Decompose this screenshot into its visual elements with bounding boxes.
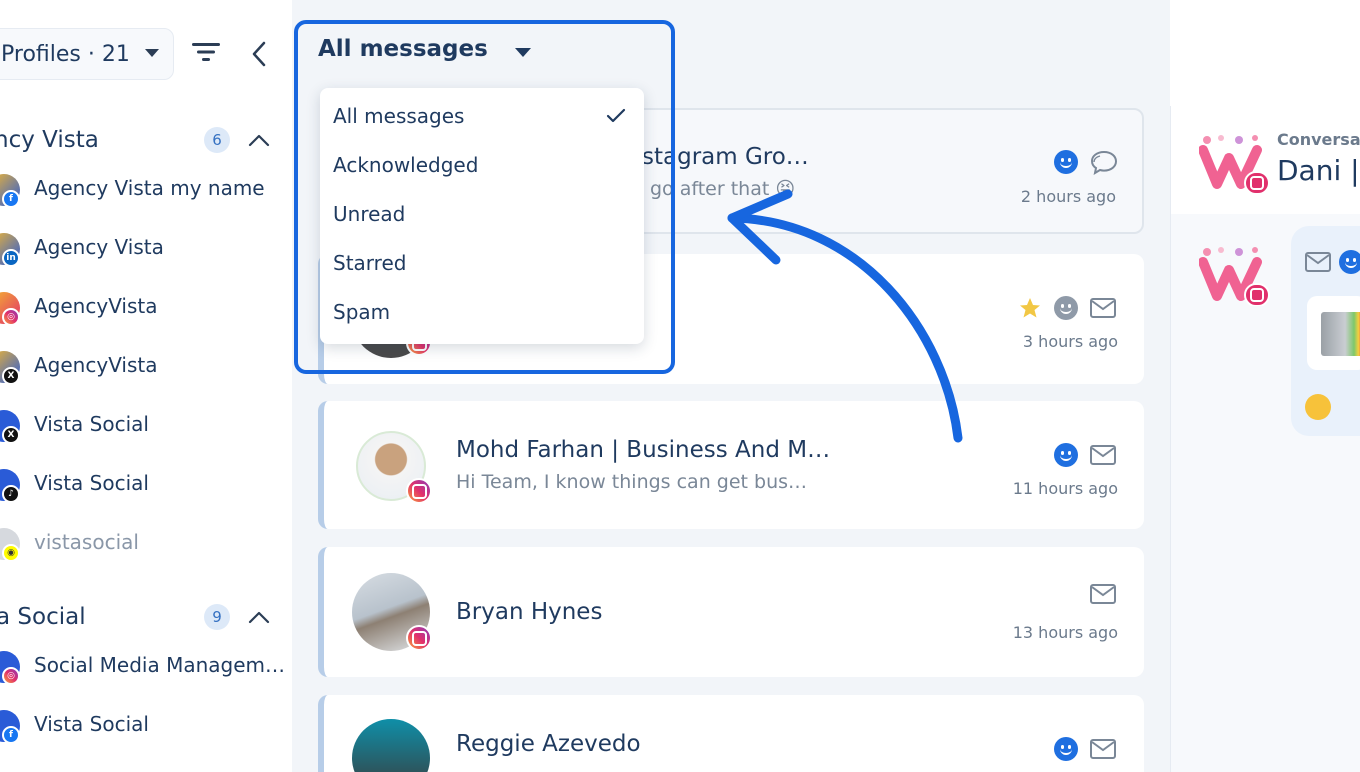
mail-icon[interactable] <box>1090 445 1116 465</box>
sender-avatar <box>352 719 430 772</box>
caret-down-icon[interactable] <box>515 48 531 57</box>
smile-icon[interactable] <box>1054 443 1078 467</box>
profile-item[interactable]: ♪ Vista Social <box>0 467 292 507</box>
filter-icon[interactable] <box>192 40 220 64</box>
vista-social-logo-icon <box>1199 135 1270 194</box>
message-sender: Reggie Azevedo <box>456 731 641 757</box>
filter-option-all-messages[interactable]: All messages <box>333 104 464 128</box>
attachment-image[interactable] <box>1321 312 1360 356</box>
profile-item[interactable]: ◎ Social Media Managem… <box>0 649 292 689</box>
group-name: a Social <box>0 604 86 630</box>
profile-item[interactable]: ◎ AgencyVista <box>0 290 292 330</box>
chevron-left-icon[interactable] <box>248 40 272 68</box>
smile-icon[interactable] <box>1054 296 1078 320</box>
vista-social-logo-icon <box>1199 247 1270 306</box>
profile-label: vistasocial <box>34 530 139 554</box>
check-icon <box>606 108 626 123</box>
filter-option-acknowledged[interactable]: Acknowledged <box>333 153 478 177</box>
group-count-badge: 6 <box>204 127 230 153</box>
message-filter-menu: All messages Acknowledged Unread Starred… <box>320 88 644 344</box>
profile-label: Agency Vista <box>34 235 164 259</box>
heart-eyes-emoji-icon <box>1305 394 1331 420</box>
message-card[interactable]: Mohd Farhan | Business And M… Hi Team, I… <box>318 401 1144 529</box>
smile-icon[interactable] <box>1054 150 1078 174</box>
linkedin-icon: in <box>2 249 20 267</box>
conversation-panel: Conversat Dani | C <box>1170 106 1360 772</box>
profile-item[interactable]: in Agency Vista <box>0 231 292 271</box>
profiles-dropdown[interactable]: Profiles · 21 <box>0 28 174 80</box>
facebook-icon: f <box>2 726 20 744</box>
filter-option-unread[interactable]: Unread <box>333 202 405 226</box>
profile-label: Vista Social <box>34 712 149 736</box>
mail-icon[interactable] <box>1090 584 1116 604</box>
profiles-sidebar: Profiles · 21 ncy Vista 6 f Agency Vista… <box>0 0 292 772</box>
message-filter-dropdown[interactable]: All messages <box>318 36 488 62</box>
chat-icon[interactable] <box>1090 149 1118 175</box>
x-icon: X <box>2 367 20 385</box>
message-sender: Bryan Hynes <box>456 599 603 625</box>
profile-item[interactable]: f Agency Vista my name <box>0 172 292 212</box>
profiles-dropdown-label: Profiles · 21 <box>1 41 130 67</box>
profile-label: Agency Vista my name <box>34 176 265 200</box>
mail-icon[interactable] <box>1305 252 1331 272</box>
instagram-icon: ◎ <box>2 667 20 685</box>
message-card[interactable]: Bryan Hynes 13 hours ago <box>318 547 1144 677</box>
profile-label: Vista Social <box>34 412 149 436</box>
group-name: ncy Vista <box>0 127 99 153</box>
instagram-icon <box>406 625 432 651</box>
message-time: 3 hours ago <box>1022 332 1118 351</box>
filter-option-starred[interactable]: Starred <box>333 251 406 275</box>
instagram-icon <box>406 478 432 504</box>
profile-label: Vista Social <box>34 471 149 495</box>
conversation-contact-name: Dani | C <box>1277 154 1360 187</box>
message-sender: Mohd Farhan | Business And M… <box>456 437 831 463</box>
mail-icon[interactable] <box>1090 298 1116 318</box>
message-time: 11 hours ago <box>1012 479 1118 498</box>
conversation-label: Conversat <box>1277 130 1360 149</box>
chevron-up-icon[interactable] <box>248 610 270 624</box>
profile-label: Social Media Managem… <box>34 653 286 677</box>
caret-down-icon <box>145 49 159 57</box>
smile-icon[interactable] <box>1339 250 1360 274</box>
message-sender: stagram Gro… <box>642 144 809 170</box>
profile-group-header[interactable]: ncy Vista 6 <box>0 120 292 160</box>
profile-item[interactable]: X AgencyVista <box>0 349 292 389</box>
profile-item[interactable]: X Vista Social <box>0 408 292 448</box>
message-card[interactable]: stagram Gro… go after that 😝 2 hours ago <box>626 108 1144 234</box>
message-time: 2 hours ago <box>1020 187 1116 206</box>
mail-icon[interactable] <box>1090 739 1116 759</box>
profile-item[interactable]: ◉ vistasocial <box>0 526 292 566</box>
message-time: 13 hours ago <box>1012 623 1118 642</box>
profile-group-header[interactable]: a Social 9 <box>0 597 292 637</box>
snapchat-icon: ◉ <box>2 544 20 562</box>
x-icon: X <box>2 426 20 444</box>
profile-label: AgencyVista <box>34 353 158 377</box>
filter-option-spam[interactable]: Spam <box>333 300 390 324</box>
profile-label: AgencyVista <box>34 294 158 318</box>
message-card[interactable]: Reggie Azevedo <box>318 695 1144 772</box>
star-icon[interactable] <box>1018 296 1042 320</box>
instagram-icon: ◎ <box>2 308 20 326</box>
message-preview: go after that 😝 <box>650 178 796 200</box>
profile-item[interactable]: f Vista Social <box>0 708 292 748</box>
chevron-up-icon[interactable] <box>248 133 270 147</box>
conversation-header: Conversat Dani | C <box>1171 106 1360 214</box>
message-preview: Hi Team, I know things can get bus… <box>456 471 808 493</box>
facebook-icon: f <box>2 190 20 208</box>
tiktok-icon: ♪ <box>2 485 20 503</box>
group-count-badge: 9 <box>204 604 230 630</box>
smile-icon[interactable] <box>1054 737 1078 761</box>
